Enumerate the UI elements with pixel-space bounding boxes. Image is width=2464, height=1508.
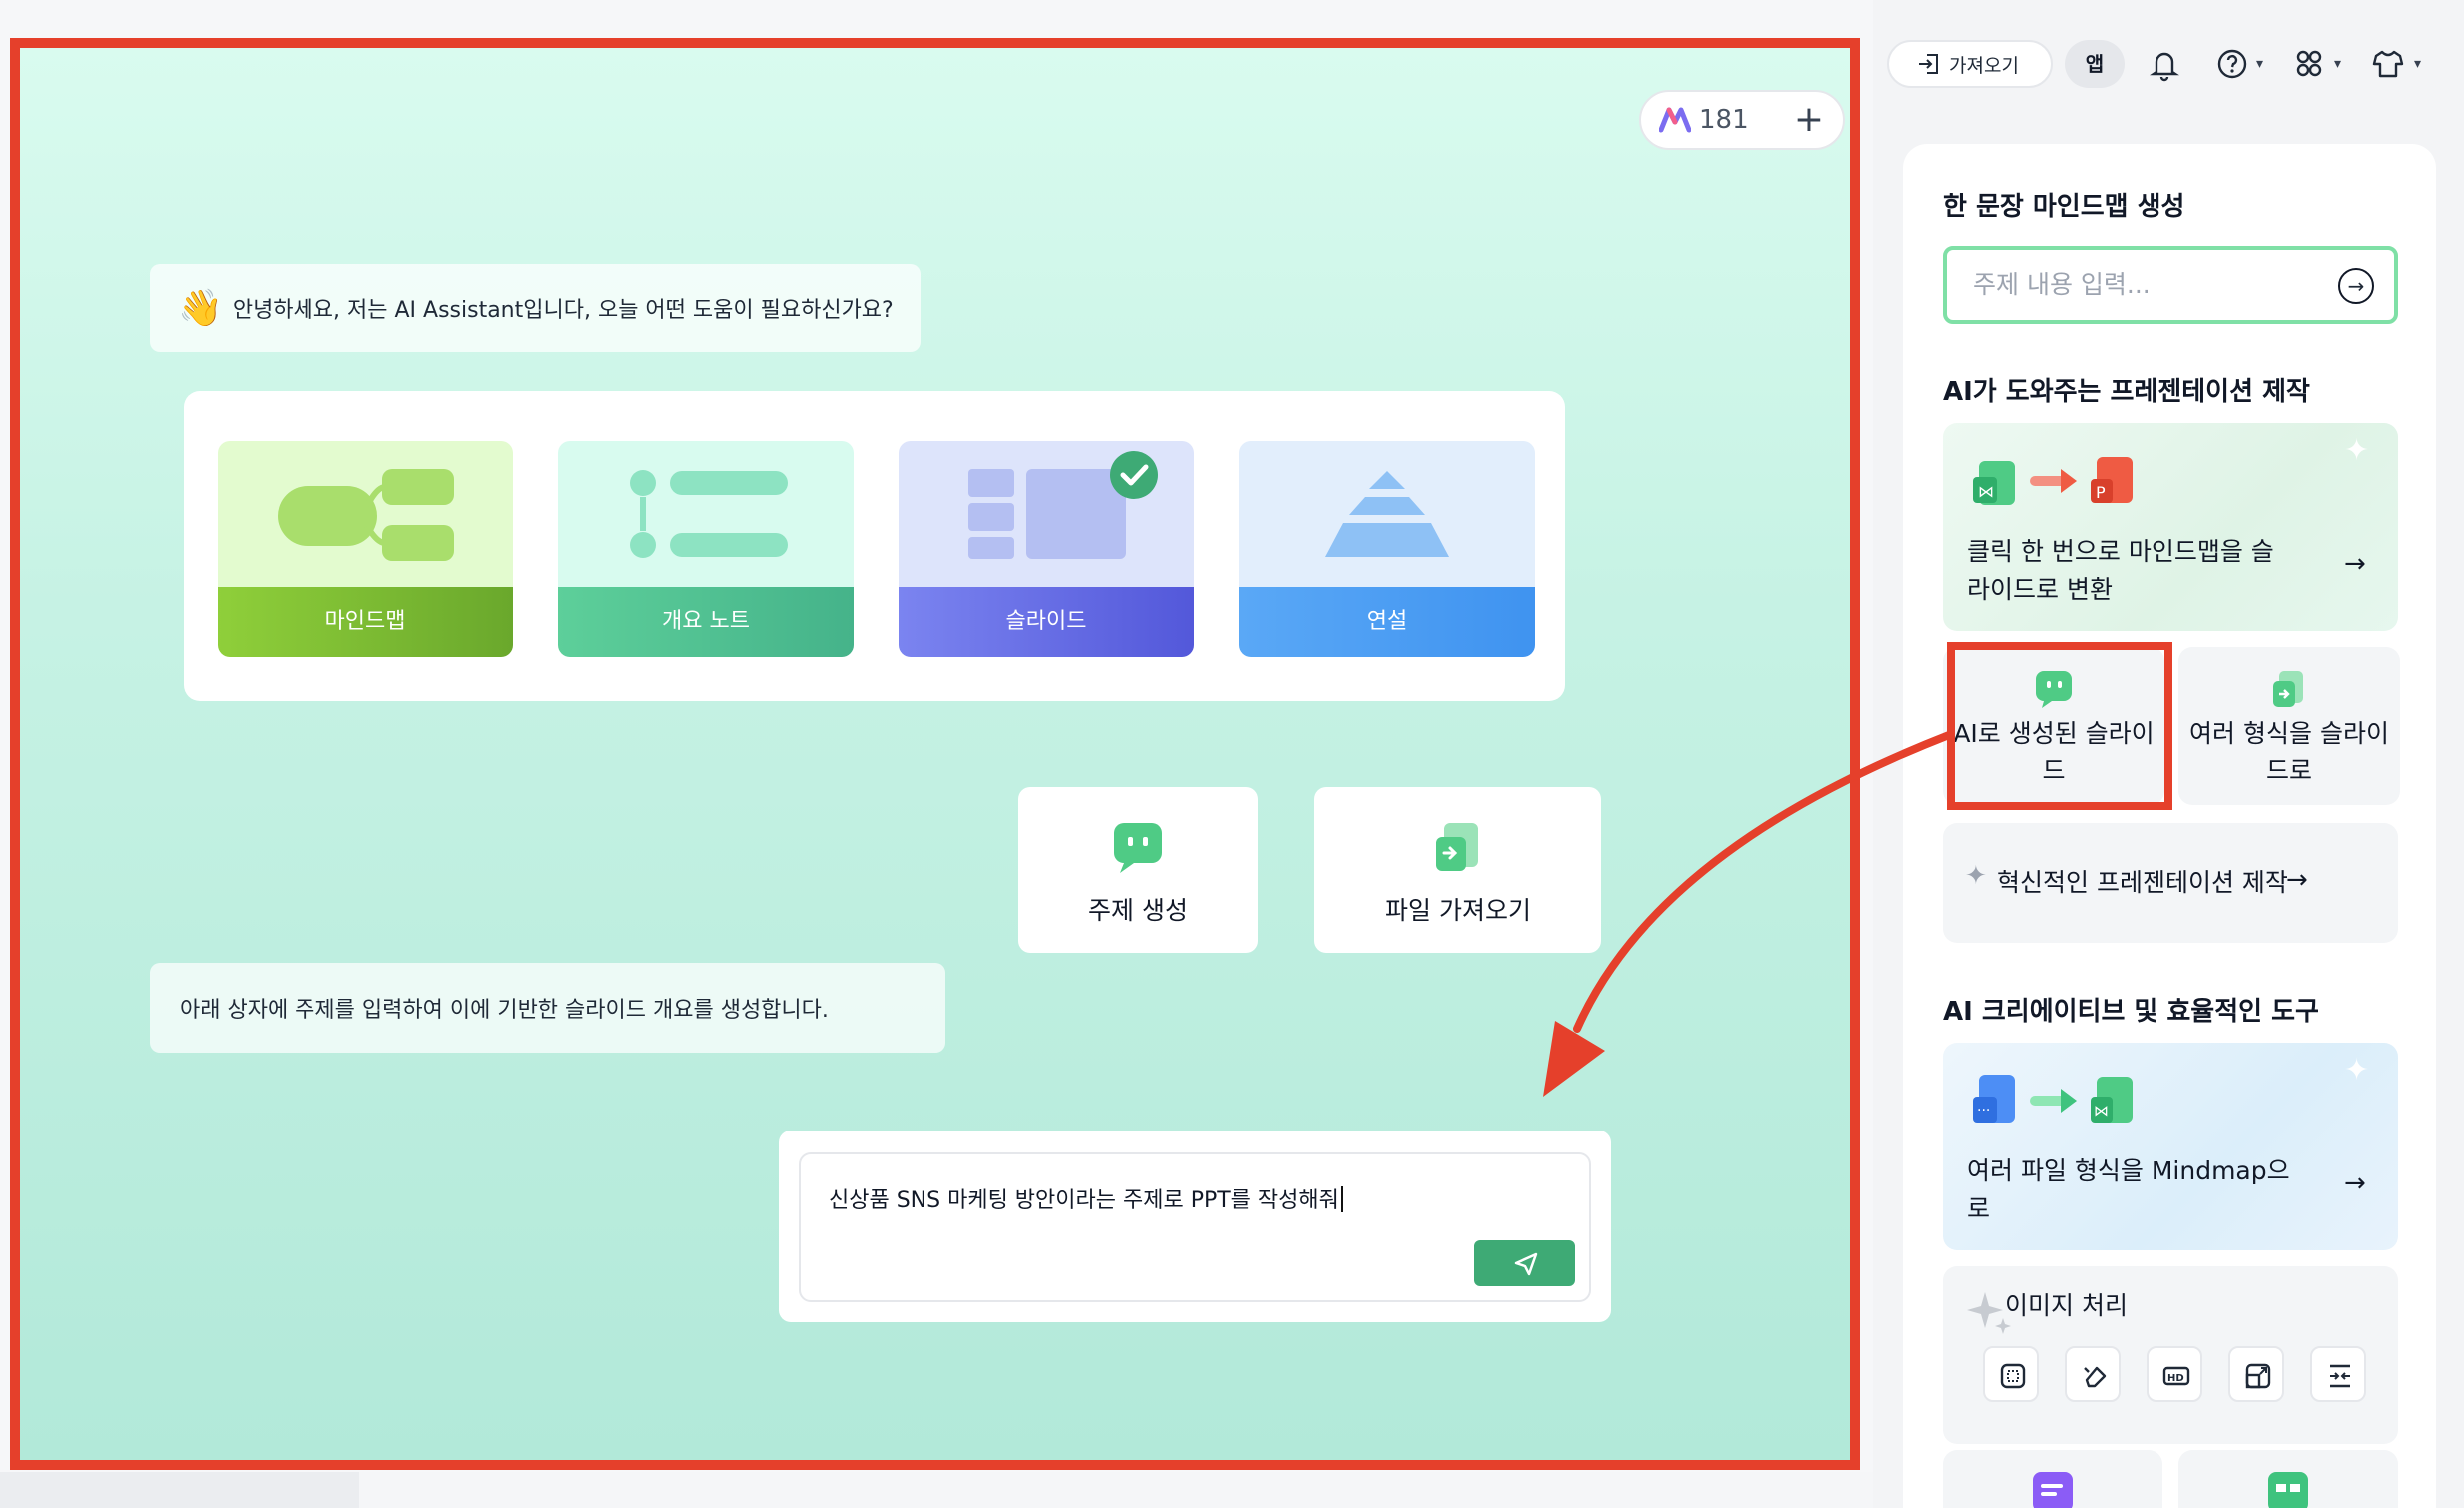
assistant-greeting: 👋 안녕하세요, 저는 AI Assistant입니다, 오늘 어떤 도움이 필… bbox=[150, 264, 921, 352]
image-processing-card: 이미지 처리 HD bbox=[1943, 1266, 2398, 1444]
mode-slides[interactable]: 슬라이드 bbox=[899, 441, 1194, 657]
brand-logo-icon bbox=[1659, 107, 1691, 133]
login-import-icon bbox=[1919, 54, 1938, 74]
svg-text:⋈: ⋈ bbox=[1978, 482, 1994, 501]
mindmap-to-slides-label: 클릭 한 번으로 마인드맵을 슬라이드로 변환 bbox=[1967, 537, 2274, 604]
svg-text:P: P bbox=[2096, 483, 2106, 502]
document-icon bbox=[2033, 1472, 2073, 1508]
prompt-panel: 신상품 SNS 마케팅 방안이라는 주제로 PPT를 작성해줘 bbox=[779, 1131, 1611, 1322]
spreadsheet-icon bbox=[2268, 1472, 2308, 1508]
hd-tool-button[interactable]: HD bbox=[2147, 1346, 2202, 1402]
crop-tool-button[interactable] bbox=[1983, 1346, 2039, 1402]
mode-mindmap[interactable]: 마인드맵 bbox=[218, 441, 513, 657]
more-tool-card-1[interactable] bbox=[1943, 1450, 2162, 1508]
innovative-presentation-card[interactable]: ✦ 혁신적인 프레젠테이션 제작 → bbox=[1943, 823, 2398, 943]
mindmap-to-ppt-icon: ⋈ P bbox=[1973, 457, 2133, 505]
svg-text:⋈: ⋈ bbox=[2094, 1102, 2109, 1120]
hint-text: 아래 상자에 주제를 입력하여 이에 기반한 슬라이드 개요를 생성합니다. bbox=[180, 998, 829, 1023]
highlight-box bbox=[1947, 642, 2172, 810]
files-to-mindmap-label: 여러 파일 형식을 Mindmap으로 bbox=[1967, 1156, 2290, 1223]
wave-hand-icon: 👋 bbox=[178, 288, 223, 329]
generate-topic-button[interactable]: 주제 생성 bbox=[1018, 787, 1258, 953]
theme-chevron-down-icon[interactable]: ▾ bbox=[2414, 56, 2421, 72]
sparkle-icon: ✦ bbox=[2344, 433, 2370, 468]
outline-illustration-icon bbox=[558, 441, 854, 587]
generate-topic-label: 주제 생성 bbox=[1088, 896, 1188, 925]
sparkle-icon: ✦ bbox=[1965, 861, 1987, 891]
assistant-hint: 아래 상자에 주제를 입력하여 이에 기반한 슬라이드 개요를 생성합니다. bbox=[150, 963, 945, 1053]
expand-tool-button[interactable] bbox=[2310, 1346, 2366, 1402]
bell-icon[interactable] bbox=[2145, 46, 2184, 82]
send-button[interactable] bbox=[1474, 1240, 1575, 1286]
slides-illustration-icon bbox=[899, 441, 1194, 587]
chat-bot-icon bbox=[1114, 823, 1162, 873]
svg-text:···: ··· bbox=[1977, 1103, 1990, 1119]
resize-tool-button[interactable] bbox=[2228, 1346, 2284, 1402]
help-icon[interactable] bbox=[2212, 46, 2252, 82]
file-convert-icon bbox=[2273, 671, 2303, 707]
mindmap-illustration-icon bbox=[218, 441, 513, 587]
creative-tools-title: AI 크리에이티브 및 효율적인 도구 bbox=[1943, 997, 2319, 1027]
text-caret bbox=[1340, 1186, 1343, 1212]
import-button[interactable]: 가져오기 bbox=[1887, 40, 2053, 88]
image-processing-label: 이미지 처리 bbox=[2005, 1291, 2128, 1320]
arrow-right-icon: → bbox=[2344, 1168, 2366, 1198]
hd-icon: HD bbox=[2162, 1366, 2190, 1386]
canvas-area: 181 + 👋 안녕하세요, 저는 AI Assistant입니다, 오늘 어떤… bbox=[0, 0, 1873, 1508]
file-import-icon bbox=[1436, 823, 1478, 871]
credit-count: 181 bbox=[1699, 105, 1749, 135]
app-button[interactable]: 앱 bbox=[2065, 40, 2125, 88]
files-to-mindmap-card[interactable]: ··· ⋈ ✦ 여러 파일 형식을 Mindmap으로 → bbox=[1943, 1043, 2398, 1250]
mode-slides-label: 슬라이드 bbox=[899, 587, 1194, 657]
help-chevron-down-icon[interactable]: ▾ bbox=[2256, 56, 2263, 72]
greeting-text: 안녕하세요, 저는 AI Assistant입니다, 오늘 어떤 도움이 필요하… bbox=[232, 298, 894, 323]
mode-mindmap-label: 마인드맵 bbox=[218, 587, 513, 657]
eraser-tool-button[interactable] bbox=[2065, 1346, 2121, 1402]
prompt-input[interactable]: 신상품 SNS 마케팅 방안이라는 주제로 PPT를 작성해줘 bbox=[799, 1152, 1591, 1302]
eraser-icon bbox=[2084, 1366, 2107, 1388]
arrow-right-circle-icon[interactable]: → bbox=[2338, 268, 2374, 304]
more-tool-card-2[interactable] bbox=[2178, 1450, 2398, 1508]
apps-chevron-down-icon[interactable]: ▾ bbox=[2334, 56, 2341, 72]
import-file-button[interactable]: 파일 가져오기 bbox=[1314, 787, 1601, 953]
mode-outline[interactable]: 개요 노트 bbox=[558, 441, 854, 657]
import-label: 가져오기 bbox=[1949, 54, 2019, 77]
one-sentence-mindmap-title: 한 문장 마인드맵 생성 bbox=[1943, 192, 2185, 222]
crop-icon bbox=[2000, 1363, 2026, 1389]
arrow-right-icon: → bbox=[2286, 865, 2308, 895]
mode-speech[interactable]: 연설 bbox=[1239, 441, 1535, 657]
skin-theme-icon[interactable] bbox=[2368, 46, 2408, 82]
apps-grid-icon[interactable] bbox=[2290, 46, 2330, 82]
multi-format-slides-label: 여러 형식을 슬라이드로 bbox=[2189, 719, 2389, 785]
svg-text:HD: HD bbox=[2167, 1373, 2184, 1384]
file-to-mindmap-icon: ··· ⋈ bbox=[1973, 1075, 2133, 1123]
credit-counter[interactable]: 181 + bbox=[1639, 90, 1845, 150]
mindmap-to-slides-card[interactable]: ⋈ P ✦ 클릭 한 번으로 마인드맵을 슬라이드로 변환 → bbox=[1943, 423, 2398, 631]
pyramid-illustration-icon bbox=[1239, 441, 1535, 587]
innovative-presentation-label: 혁신적인 프레젠테이션 제작 bbox=[1997, 868, 2288, 897]
bottom-strip-shade bbox=[0, 1472, 359, 1508]
mode-selector: 마인드맵 개요 노트 슬라이드 연설 bbox=[184, 391, 1565, 701]
import-file-label: 파일 가져오기 bbox=[1385, 896, 1531, 925]
sparkle-icon: ✦ bbox=[2344, 1053, 2370, 1088]
topic-input[interactable]: 주제 내용 입력... bbox=[1943, 246, 2398, 324]
mode-outline-label: 개요 노트 bbox=[558, 587, 854, 657]
send-icon bbox=[1514, 1252, 1538, 1276]
expand-icon bbox=[2330, 1364, 2350, 1388]
multi-format-slides-card[interactable]: 여러 형식을 슬라이드로 bbox=[2178, 647, 2400, 805]
resize-icon bbox=[2245, 1363, 2271, 1389]
mode-speech-label: 연설 bbox=[1239, 587, 1535, 657]
bottom-strip bbox=[0, 1472, 1873, 1508]
ai-presentation-title: AI가 도와주는 프레젠테이션 제작 bbox=[1943, 377, 2310, 407]
prompt-text: 신상품 SNS 마케팅 방안이라는 주제로 PPT를 작성해줘 bbox=[829, 1188, 1339, 1213]
add-credit-button[interactable]: + bbox=[1789, 100, 1829, 140]
arrow-right-icon: → bbox=[2344, 549, 2366, 579]
